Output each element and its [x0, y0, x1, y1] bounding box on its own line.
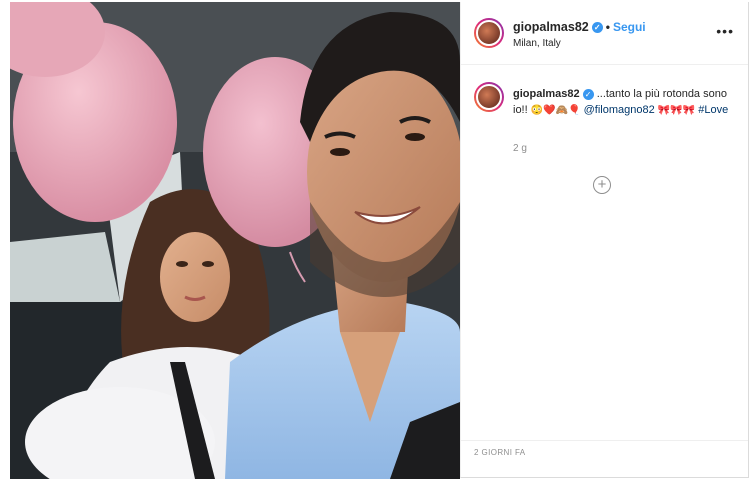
post-photo[interactable]: [10, 2, 460, 479]
follow-button[interactable]: Segui: [613, 20, 646, 34]
separator-dot: •: [605, 20, 610, 34]
username-link[interactable]: giopalmas82: [513, 20, 589, 34]
post-sidebar: giopalmas82 ✓ • Segui Milan, Italy ••• giop…: [460, 2, 749, 478]
post-date[interactable]: 2 GIORNI FA: [474, 448, 526, 457]
avatar[interactable]: [474, 18, 504, 48]
verified-badge-icon: ✓: [582, 88, 594, 100]
caption-emoji: 😳❤️🙈🎈: [530, 105, 581, 116]
more-options-icon[interactable]: •••: [716, 23, 734, 39]
location-link[interactable]: Milan, Italy: [513, 38, 561, 49]
caption-avatar[interactable]: [474, 82, 504, 112]
caption-timestamp: 2 g: [513, 143, 527, 154]
mention-link[interactable]: @filomagno82: [584, 104, 655, 116]
caption-username-link[interactable]: giopalmas82: [513, 88, 580, 100]
verified-badge-icon: ✓: [591, 22, 603, 34]
instagram-post: giopalmas82 ✓ • Segui Milan, Italy ••• giop…: [0, 0, 750, 479]
post-header: giopalmas82 ✓ • Segui Milan, Italy •••: [461, 2, 748, 65]
header-user-row: giopalmas82 ✓ • Segui: [513, 20, 646, 34]
caption-emoji-bows: 🎀🎀🎀: [657, 105, 696, 116]
load-more-comments-icon[interactable]: +: [593, 176, 611, 194]
divider: [461, 440, 748, 441]
caption: giopalmas82 ✓ ...tanto la più rotonda son…: [513, 86, 733, 119]
hashtag-link[interactable]: #Love: [698, 104, 728, 116]
selfie-illustration: [10, 2, 460, 479]
